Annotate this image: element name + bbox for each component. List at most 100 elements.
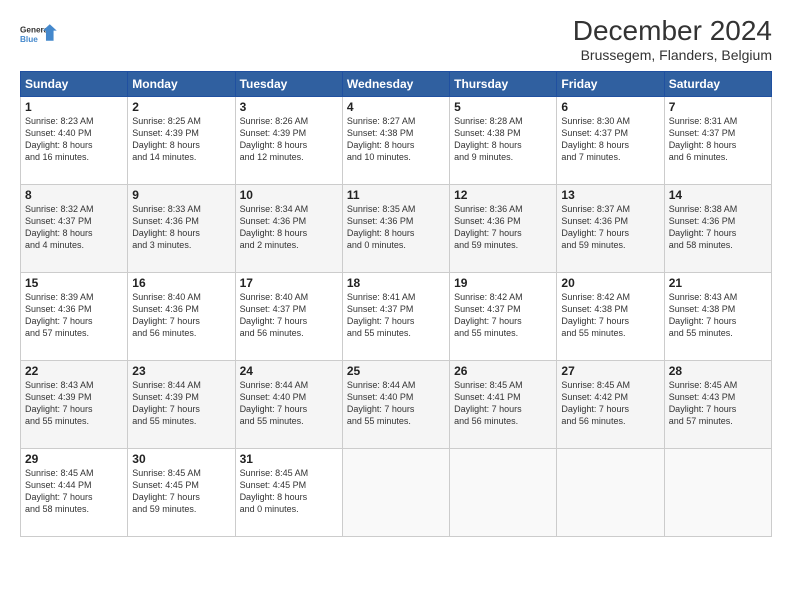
day-cell-18: 18Sunrise: 8:41 AM Sunset: 4:37 PM Dayli… xyxy=(342,272,449,360)
day-cell-28: 28Sunrise: 8:45 AM Sunset: 4:43 PM Dayli… xyxy=(664,360,771,448)
day-cell-5: 5Sunrise: 8:28 AM Sunset: 4:38 PM Daylig… xyxy=(450,96,557,184)
day-number-2: 2 xyxy=(132,100,230,114)
day-cell-12: 12Sunrise: 8:36 AM Sunset: 4:36 PM Dayli… xyxy=(450,184,557,272)
empty-cell xyxy=(450,448,557,536)
day-cell-19: 19Sunrise: 8:42 AM Sunset: 4:37 PM Dayli… xyxy=(450,272,557,360)
day-number-17: 17 xyxy=(240,276,338,290)
day-cell-2: 2Sunrise: 8:25 AM Sunset: 4:39 PM Daylig… xyxy=(128,96,235,184)
page: General Blue December 2024 Brussegem, Fl… xyxy=(0,0,792,612)
day-number-21: 21 xyxy=(669,276,767,290)
subtitle: Brussegem, Flanders, Belgium xyxy=(573,47,772,63)
day-cell-21: 21Sunrise: 8:43 AM Sunset: 4:38 PM Dayli… xyxy=(664,272,771,360)
day-cell-8: 8Sunrise: 8:32 AM Sunset: 4:37 PM Daylig… xyxy=(21,184,128,272)
day-number-13: 13 xyxy=(561,188,659,202)
day-number-23: 23 xyxy=(132,364,230,378)
day-info-30: Sunrise: 8:45 AM Sunset: 4:45 PM Dayligh… xyxy=(132,467,230,516)
day-cell-16: 16Sunrise: 8:40 AM Sunset: 4:36 PM Dayli… xyxy=(128,272,235,360)
day-number-14: 14 xyxy=(669,188,767,202)
day-number-16: 16 xyxy=(132,276,230,290)
day-number-27: 27 xyxy=(561,364,659,378)
day-number-26: 26 xyxy=(454,364,552,378)
day-number-28: 28 xyxy=(669,364,767,378)
day-number-22: 22 xyxy=(25,364,123,378)
day-number-5: 5 xyxy=(454,100,552,114)
day-info-23: Sunrise: 8:44 AM Sunset: 4:39 PM Dayligh… xyxy=(132,379,230,428)
day-cell-20: 20Sunrise: 8:42 AM Sunset: 4:38 PM Dayli… xyxy=(557,272,664,360)
day-number-10: 10 xyxy=(240,188,338,202)
day-info-21: Sunrise: 8:43 AM Sunset: 4:38 PM Dayligh… xyxy=(669,291,767,340)
header-wednesday: Wednesday xyxy=(342,71,449,96)
day-cell-26: 26Sunrise: 8:45 AM Sunset: 4:41 PM Dayli… xyxy=(450,360,557,448)
day-cell-4: 4Sunrise: 8:27 AM Sunset: 4:38 PM Daylig… xyxy=(342,96,449,184)
day-number-19: 19 xyxy=(454,276,552,290)
day-cell-27: 27Sunrise: 8:45 AM Sunset: 4:42 PM Dayli… xyxy=(557,360,664,448)
calendar-table: SundayMondayTuesdayWednesdayThursdayFrid… xyxy=(20,71,772,537)
day-cell-9: 9Sunrise: 8:33 AM Sunset: 4:36 PM Daylig… xyxy=(128,184,235,272)
day-number-6: 6 xyxy=(561,100,659,114)
day-info-22: Sunrise: 8:43 AM Sunset: 4:39 PM Dayligh… xyxy=(25,379,123,428)
week-row-3: 15Sunrise: 8:39 AM Sunset: 4:36 PM Dayli… xyxy=(21,272,772,360)
day-info-26: Sunrise: 8:45 AM Sunset: 4:41 PM Dayligh… xyxy=(454,379,552,428)
day-info-9: Sunrise: 8:33 AM Sunset: 4:36 PM Dayligh… xyxy=(132,203,230,252)
calendar-header-row: SundayMondayTuesdayWednesdayThursdayFrid… xyxy=(21,71,772,96)
day-info-4: Sunrise: 8:27 AM Sunset: 4:38 PM Dayligh… xyxy=(347,115,445,164)
logo: General Blue xyxy=(20,16,58,54)
day-cell-31: 31Sunrise: 8:45 AM Sunset: 4:45 PM Dayli… xyxy=(235,448,342,536)
day-info-29: Sunrise: 8:45 AM Sunset: 4:44 PM Dayligh… xyxy=(25,467,123,516)
day-info-13: Sunrise: 8:37 AM Sunset: 4:36 PM Dayligh… xyxy=(561,203,659,252)
day-info-27: Sunrise: 8:45 AM Sunset: 4:42 PM Dayligh… xyxy=(561,379,659,428)
day-info-14: Sunrise: 8:38 AM Sunset: 4:36 PM Dayligh… xyxy=(669,203,767,252)
day-info-20: Sunrise: 8:42 AM Sunset: 4:38 PM Dayligh… xyxy=(561,291,659,340)
day-info-17: Sunrise: 8:40 AM Sunset: 4:37 PM Dayligh… xyxy=(240,291,338,340)
day-cell-25: 25Sunrise: 8:44 AM Sunset: 4:40 PM Dayli… xyxy=(342,360,449,448)
day-info-19: Sunrise: 8:42 AM Sunset: 4:37 PM Dayligh… xyxy=(454,291,552,340)
day-number-3: 3 xyxy=(240,100,338,114)
day-number-25: 25 xyxy=(347,364,445,378)
svg-text:Blue: Blue xyxy=(20,35,38,44)
day-number-18: 18 xyxy=(347,276,445,290)
day-cell-11: 11Sunrise: 8:35 AM Sunset: 4:36 PM Dayli… xyxy=(342,184,449,272)
day-info-31: Sunrise: 8:45 AM Sunset: 4:45 PM Dayligh… xyxy=(240,467,338,516)
week-row-2: 8Sunrise: 8:32 AM Sunset: 4:37 PM Daylig… xyxy=(21,184,772,272)
day-cell-6: 6Sunrise: 8:30 AM Sunset: 4:37 PM Daylig… xyxy=(557,96,664,184)
title-block: December 2024 Brussegem, Flanders, Belgi… xyxy=(573,16,772,63)
day-number-7: 7 xyxy=(669,100,767,114)
day-cell-17: 17Sunrise: 8:40 AM Sunset: 4:37 PM Dayli… xyxy=(235,272,342,360)
day-info-8: Sunrise: 8:32 AM Sunset: 4:37 PM Dayligh… xyxy=(25,203,123,252)
day-cell-22: 22Sunrise: 8:43 AM Sunset: 4:39 PM Dayli… xyxy=(21,360,128,448)
day-info-5: Sunrise: 8:28 AM Sunset: 4:38 PM Dayligh… xyxy=(454,115,552,164)
header-sunday: Sunday xyxy=(21,71,128,96)
day-number-24: 24 xyxy=(240,364,338,378)
day-info-1: Sunrise: 8:23 AM Sunset: 4:40 PM Dayligh… xyxy=(25,115,123,164)
day-cell-14: 14Sunrise: 8:38 AM Sunset: 4:36 PM Dayli… xyxy=(664,184,771,272)
empty-cell xyxy=(664,448,771,536)
day-info-15: Sunrise: 8:39 AM Sunset: 4:36 PM Dayligh… xyxy=(25,291,123,340)
header-saturday: Saturday xyxy=(664,71,771,96)
week-row-5: 29Sunrise: 8:45 AM Sunset: 4:44 PM Dayli… xyxy=(21,448,772,536)
day-info-3: Sunrise: 8:26 AM Sunset: 4:39 PM Dayligh… xyxy=(240,115,338,164)
empty-cell xyxy=(557,448,664,536)
day-number-4: 4 xyxy=(347,100,445,114)
empty-cell xyxy=(342,448,449,536)
week-row-4: 22Sunrise: 8:43 AM Sunset: 4:39 PM Dayli… xyxy=(21,360,772,448)
day-number-30: 30 xyxy=(132,452,230,466)
day-number-12: 12 xyxy=(454,188,552,202)
header-tuesday: Tuesday xyxy=(235,71,342,96)
day-info-2: Sunrise: 8:25 AM Sunset: 4:39 PM Dayligh… xyxy=(132,115,230,164)
day-cell-10: 10Sunrise: 8:34 AM Sunset: 4:36 PM Dayli… xyxy=(235,184,342,272)
logo-svg: General Blue xyxy=(20,16,58,54)
day-info-25: Sunrise: 8:44 AM Sunset: 4:40 PM Dayligh… xyxy=(347,379,445,428)
day-info-18: Sunrise: 8:41 AM Sunset: 4:37 PM Dayligh… xyxy=(347,291,445,340)
day-info-11: Sunrise: 8:35 AM Sunset: 4:36 PM Dayligh… xyxy=(347,203,445,252)
day-cell-23: 23Sunrise: 8:44 AM Sunset: 4:39 PM Dayli… xyxy=(128,360,235,448)
header-thursday: Thursday xyxy=(450,71,557,96)
day-number-8: 8 xyxy=(25,188,123,202)
day-cell-29: 29Sunrise: 8:45 AM Sunset: 4:44 PM Dayli… xyxy=(21,448,128,536)
header-monday: Monday xyxy=(128,71,235,96)
day-number-9: 9 xyxy=(132,188,230,202)
day-info-28: Sunrise: 8:45 AM Sunset: 4:43 PM Dayligh… xyxy=(669,379,767,428)
day-info-10: Sunrise: 8:34 AM Sunset: 4:36 PM Dayligh… xyxy=(240,203,338,252)
day-number-11: 11 xyxy=(347,188,445,202)
calendar-body: 1Sunrise: 8:23 AM Sunset: 4:40 PM Daylig… xyxy=(21,96,772,536)
day-cell-3: 3Sunrise: 8:26 AM Sunset: 4:39 PM Daylig… xyxy=(235,96,342,184)
